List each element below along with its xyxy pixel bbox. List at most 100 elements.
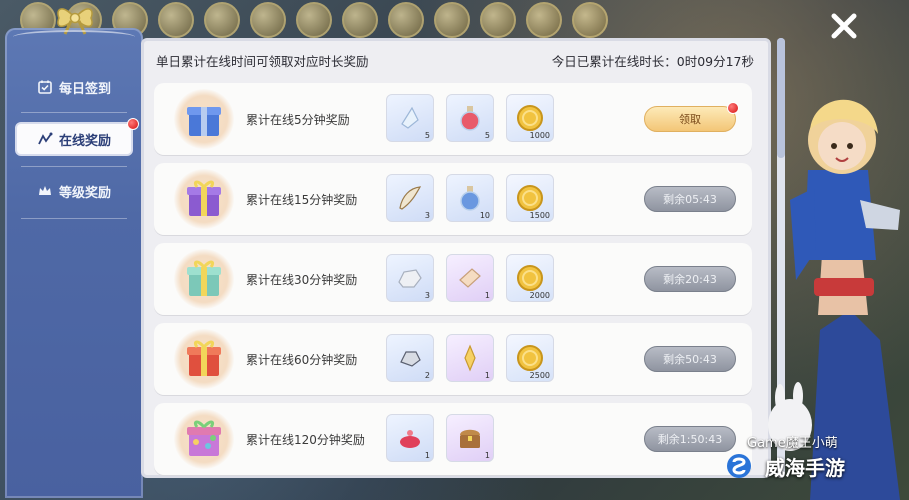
action-button-label: 剩余20:43 — [663, 273, 717, 286]
countdown-button[interactable]: 剩余50:43 — [644, 346, 736, 372]
reward-row-title: 累计在线120分钟奖励 — [246, 433, 365, 447]
rainbow-gift-box-icon — [174, 409, 234, 469]
item-quantity: 1500 — [529, 211, 550, 220]
item-quantity: 2 — [424, 371, 430, 380]
reward-row: 累计在线60分钟奖励 2 1 2500 剩余50:43 — [154, 323, 752, 395]
hud-orb — [480, 2, 516, 38]
hud-orb — [204, 2, 240, 38]
item-quantity: 5 — [484, 131, 490, 140]
watermark-account: Game魔王小萌 — [747, 436, 838, 451]
reward-item-slot[interactable]: 1 — [386, 414, 434, 462]
hud-orb — [250, 2, 286, 38]
item-quantity: 3 — [424, 211, 430, 220]
reward-item-slot[interactable]: 10 — [446, 174, 494, 222]
potion-flask-icon — [460, 106, 480, 131]
reward-item-slot[interactable]: 1 — [446, 334, 494, 382]
reward-item-slot[interactable]: 2 — [386, 334, 434, 382]
countdown-button[interactable]: 剩余05:43 — [644, 186, 736, 212]
treasure-chest-icon — [460, 429, 480, 448]
gold-coin-icon — [517, 105, 543, 131]
crystal-shard-icon — [401, 106, 419, 129]
hud-orb — [342, 2, 378, 38]
hud-orb — [158, 2, 194, 38]
sidebar-item-online-reward[interactable]: 在线奖励 — [15, 118, 139, 156]
wing-feather-icon — [399, 186, 422, 210]
panel-title: 单日累计在线时间可领取对应时长奖励 — [156, 53, 369, 69]
action-button-label: 剩余50:43 — [663, 353, 717, 366]
sidebar-ornament — [13, 30, 135, 44]
sidebar-divider — [21, 166, 127, 167]
green-gift-box-icon — [174, 249, 234, 309]
reward-item-slot[interactable]: 1 — [446, 414, 494, 462]
reward-row-title: 累计在线15分钟奖励 — [246, 193, 358, 207]
reward-item-slot[interactable]: 1 — [446, 254, 494, 302]
hud-orb — [572, 2, 608, 38]
sidebar-divider — [21, 112, 127, 113]
reward-item-slot[interactable]: 5 — [446, 94, 494, 142]
item-quantity: 10 — [479, 211, 490, 220]
purple-gift-box-icon — [174, 169, 234, 229]
reward-row: 累计在线120分钟奖励 1 1 剩余1:50:43 — [154, 403, 752, 475]
reward-category-sidebar: 每日签到 在线奖励 等级奖励 — [5, 8, 143, 498]
item-quantity: 2500 — [529, 371, 550, 380]
close-button[interactable] — [824, 8, 864, 44]
action-button-label: 剩余05:43 — [663, 193, 717, 206]
item-quantity: 1 — [484, 291, 490, 300]
site-logo-icon — [727, 454, 751, 478]
action-button-label: 领取 — [679, 113, 701, 126]
reward-row-title: 累计在线30分钟奖励 — [246, 273, 358, 287]
red-cake-icon — [400, 430, 420, 448]
hud-orb — [388, 2, 424, 38]
reward-row-title: 累计在线5分钟奖励 — [246, 113, 350, 127]
red-gift-box-icon — [174, 329, 234, 389]
item-quantity: 5 — [424, 131, 430, 140]
item-quantity: 2000 — [529, 291, 550, 300]
reward-item-slot[interactable]: 3 — [386, 174, 434, 222]
ticket-scroll-icon — [459, 268, 481, 288]
online-reward-panel: 单日累计在线时间可领取对应时长奖励 今日已累计在线时长：0时09分17秒 累计在… — [141, 38, 771, 478]
gold-coin-icon — [517, 265, 543, 291]
reward-list[interactable]: 累计在线5分钟奖励 5 5 1000 领取 累计在线15分钟奖励 3 10 15… — [154, 83, 752, 477]
blue-gift-box-icon — [174, 89, 234, 149]
reward-row: 累计在线30分钟奖励 3 1 2000 剩余20:43 — [154, 243, 752, 315]
hud-orb — [434, 2, 470, 38]
watermark-site: 威海手游 — [765, 456, 845, 480]
gem-ore-icon — [400, 351, 421, 367]
watermark: Game魔王小萌 威海手游 — [707, 432, 887, 482]
sidebar-item-label: 每日签到 — [58, 81, 111, 97]
reward-item-slot[interactable]: 1000 — [506, 94, 554, 142]
close-icon — [831, 13, 857, 39]
stone-ore-icon — [398, 269, 422, 288]
reward-item-slot[interactable]: 3 — [386, 254, 434, 302]
sidebar-item-label: 在线奖励 — [58, 133, 111, 149]
reward-row-title: 累计在线60分钟奖励 — [246, 353, 358, 367]
gold-coin-icon — [517, 345, 543, 371]
sidebar-item-level-reward[interactable]: 等级奖励 — [15, 174, 133, 208]
item-quantity: 1 — [424, 451, 430, 460]
reward-item-slot[interactable]: 5 — [386, 94, 434, 142]
countdown-button[interactable]: 剩余20:43 — [644, 266, 736, 292]
gold-crystal-icon — [464, 344, 476, 372]
calendar-check-icon — [37, 79, 53, 95]
panel-header: 单日累计在线时间可领取对应时长奖励 今日已累计在线时长：0时09分17秒 — [144, 41, 768, 79]
gold-coin-icon — [517, 185, 543, 211]
hud-orb — [296, 2, 332, 38]
sidebar-item-label: 等级奖励 — [58, 185, 111, 201]
reward-item-slot[interactable]: 2000 — [506, 254, 554, 302]
sidebar-item-daily-signin[interactable]: 每日签到 — [15, 70, 133, 104]
reward-item-slot[interactable]: 2500 — [506, 334, 554, 382]
notification-badge — [727, 102, 739, 114]
item-quantity: 1000 — [529, 131, 550, 140]
hud-orb — [526, 2, 562, 38]
notification-badge — [127, 118, 139, 130]
item-quantity: 1 — [484, 371, 490, 380]
item-quantity: 1 — [484, 451, 490, 460]
claim-reward-button[interactable]: 领取 — [644, 102, 739, 132]
potion-flask-icon — [460, 186, 480, 211]
sidebar-divider — [21, 218, 127, 219]
item-quantity: 3 — [424, 291, 430, 300]
online-time-status: 今日已累计在线时长：0时09分17秒 — [551, 53, 754, 69]
online-activity-icon — [37, 131, 53, 147]
reward-item-slot[interactable]: 1500 — [506, 174, 554, 222]
reward-row: 累计在线5分钟奖励 5 5 1000 领取 — [154, 83, 752, 155]
